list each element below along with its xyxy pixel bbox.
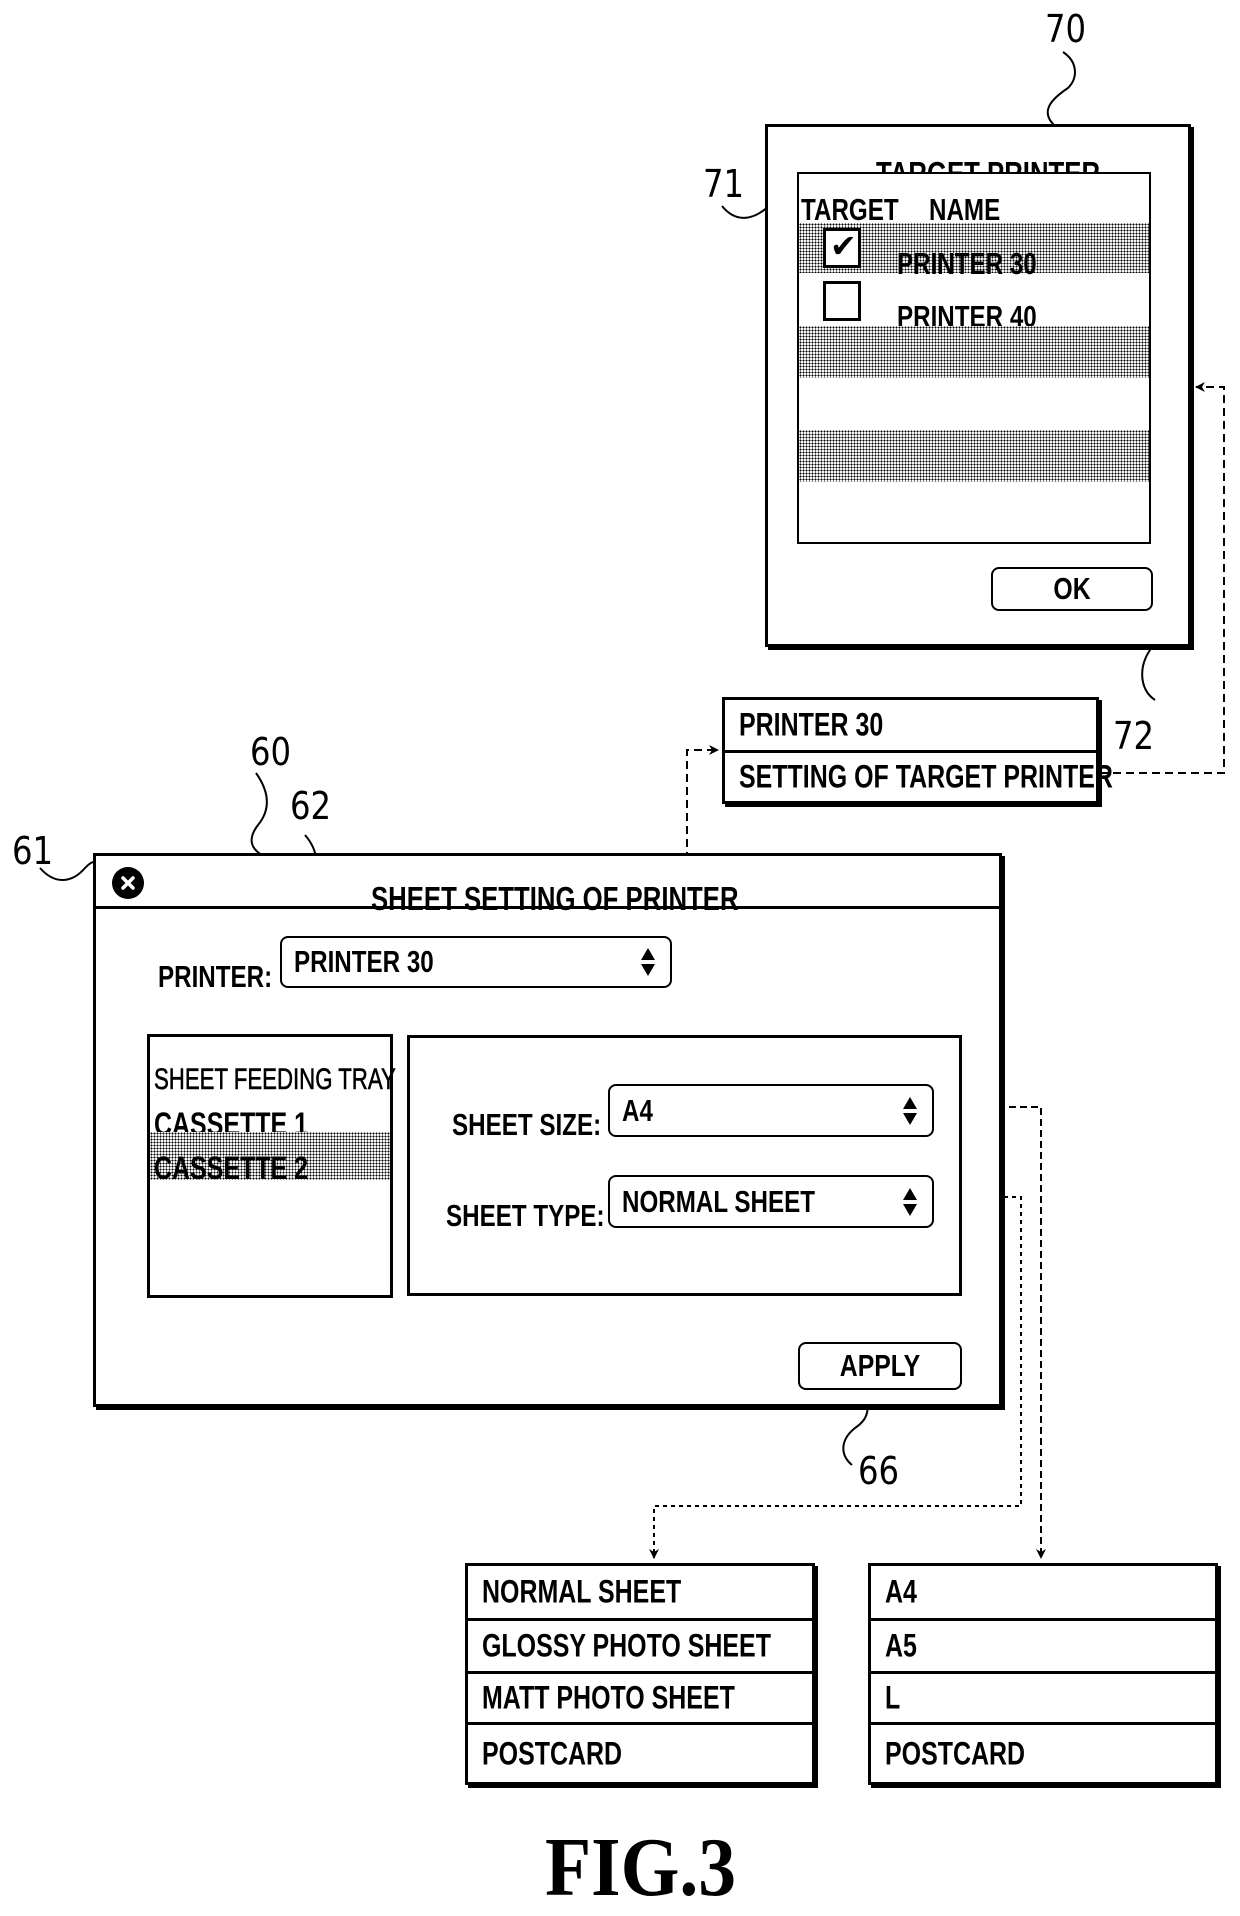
printer-menu-item-setting-of-target-printer[interactable]: SETTING OF TARGET PRINTER [725,753,1113,801]
sheet-size-select[interactable]: A4 [608,1084,934,1137]
apply-button[interactable]: APPLY [798,1342,962,1390]
sheet-size-menu: A4 A5 L POSTCARD [868,1563,1218,1785]
leader-60 [250,772,268,856]
checkmark-icon: ✔ [830,228,857,264]
menu-item-label: NORMAL SHEET [482,1573,682,1610]
ref-60: 60 [250,730,292,774]
figure-label: FIG.3 [545,1821,737,1914]
printer-label: PRINTER: [158,959,273,994]
sheet-size-label: SHEET SIZE: [452,1107,602,1142]
ref-72: 72 [1113,714,1155,758]
updown-arrows-icon [903,1187,917,1216]
menu-item-label: MATT PHOTO SHEET [482,1679,735,1716]
updown-arrows-icon [903,1096,917,1125]
sheet-type-menu-item[interactable]: MATT PHOTO SHEET [468,1674,812,1725]
menu-item-label: POSTCARD [885,1735,1026,1771]
sheet-type-select[interactable]: NORMAL SHEET [608,1175,934,1228]
ref-70: 70 [1045,7,1087,51]
printer-40-checkbox[interactable] [823,281,861,321]
sheet-size-menu-item[interactable]: A5 [871,1621,1215,1674]
ref-61: 61 [12,829,54,873]
target-printer-dialog: TARGET PRINTER TARGET NAME ✔ PRINTER 30 … [765,124,1191,647]
column-header-target: TARGET [801,192,899,227]
tray-list-item-label: CASSETTE 2 [154,1150,308,1186]
sheet-type-label: SHEET TYPE: [446,1198,605,1233]
close-icon [121,876,135,890]
sheet-size-menu-item[interactable]: L [871,1674,1215,1725]
target-printer-list: TARGET NAME ✔ PRINTER 30 PRINTER 40 [797,172,1151,544]
sheet-settings-panel: SHEET SIZE: A4 SHEET TYPE: NORMAL SHEET [407,1035,962,1296]
printer-menu-item-label: SETTING OF TARGET PRINTER [739,758,1113,795]
sheet-type-menu-item[interactable]: POSTCARD [468,1725,812,1782]
updown-arrows-icon [641,948,655,976]
menu-item-label: L [885,1679,901,1716]
sheet-feeding-tray-list: SHEET FEEDING TRAY CASSETTE 1 CASSETTE 2 [147,1034,396,1298]
sheet-type-menu-item[interactable]: NORMAL SHEET [468,1566,812,1621]
printer-select[interactable]: PRINTER 30 [280,936,672,988]
printer-select-value: PRINTER 30 [294,944,434,979]
sheet-size-menu-item[interactable]: A4 [871,1566,1215,1621]
printer-30-checkbox[interactable]: ✔ [823,228,861,268]
dialog-title: SHEET SETTING OF PRINTER [371,880,739,917]
sheet-type-menu-item[interactable]: GLOSSY PHOTO SHEET [468,1621,812,1674]
ok-button-label: OK [1053,571,1091,606]
ref-71: 71 [703,162,745,206]
sheet-setting-dialog: SHEET SETTING OF PRINTER PRINTER: PRINTE… [93,853,1002,1407]
sheet-type-value: NORMAL SHEET [622,1183,816,1219]
sheet-type-menu: NORMAL SHEET GLOSSY PHOTO SHEET MATT PHO… [465,1563,815,1785]
sheet-size-menu-item[interactable]: POSTCARD [871,1725,1215,1782]
printer-row[interactable]: PRINTER 40 [799,275,1149,332]
apply-button-label: APPLY [839,1348,921,1383]
sheet-size-value: A4 [622,1092,653,1128]
menu-item-label: POSTCARD [482,1735,623,1771]
tray-list-item-selected[interactable]: CASSETTE 2 [150,1132,390,1184]
title-bar: SHEET SETTING OF PRINTER [96,856,999,915]
column-header-name: NAME [929,192,1001,227]
empty-row-stripe [799,326,1149,378]
ref-62: 62 [290,784,332,828]
ref-66: 66 [858,1449,900,1493]
tray-list-item[interactable]: CASSETTE 1 [150,1087,390,1140]
menu-item-label: A4 [885,1573,917,1610]
leader-70 [1046,51,1076,127]
printer-row[interactable]: ✔ PRINTER 30 [799,223,1149,279]
close-button[interactable] [112,867,144,899]
printer-menu-item-label: PRINTER 30 [739,706,884,743]
menu-item-label: A5 [885,1627,917,1664]
printer-menu: PRINTER 30 SETTING OF TARGET PRINTER [722,697,1113,804]
menu-item-label: GLOSSY PHOTO SHEET [482,1627,771,1664]
empty-row-stripe [799,430,1149,482]
printer-menu-item[interactable]: PRINTER 30 [725,700,1096,753]
ok-button[interactable]: OK [991,567,1153,611]
